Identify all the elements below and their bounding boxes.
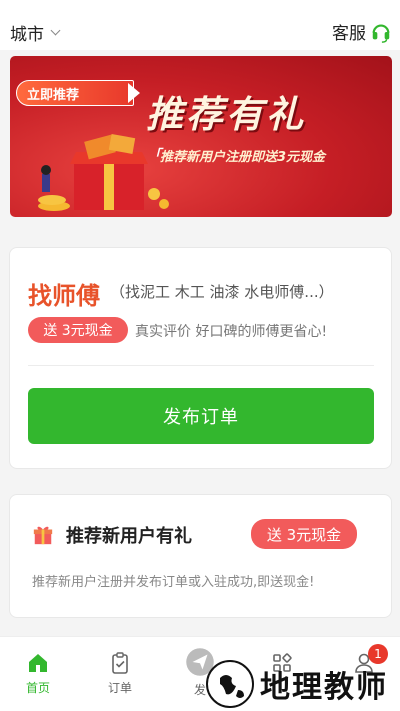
referral-title: 推荐新用户有礼 [66, 526, 192, 547]
find-master-title: 找师傅 [28, 282, 100, 310]
find-master-description: 真实评价 好口碑的师傅更省心! [135, 324, 328, 340]
headset-icon [372, 24, 390, 43]
banner-title: 推荐有礼 [146, 93, 306, 136]
customer-service-button[interactable]: 客服 [332, 19, 392, 44]
referral-card[interactable]: 推荐新用户有礼 送 3元现金 推荐新用户注册并发布订单或入驻成功,即送现金! [9, 494, 392, 618]
tab-orders-label: 订单 [107, 681, 132, 695]
gift-icon [33, 526, 53, 545]
banner-subtitle: 推荐新用户注册即送3元现金 [148, 144, 325, 165]
watermark-logo [206, 660, 254, 708]
recommend-now-tag: 立即推荐 [16, 80, 134, 106]
divider [28, 365, 374, 366]
find-master-subtitle: （找泥工 木工 油漆 水电师傅...） [110, 283, 334, 301]
find-master-card: 找师傅 （找泥工 木工 油漆 水电师傅...） 送 3元现金 真实评价 好口碑的… [9, 247, 392, 469]
tab-home-label: 首页 [25, 681, 50, 695]
city-selector[interactable]: 城市 [10, 20, 61, 45]
publish-order-button[interactable]: 发布订单 [28, 388, 374, 444]
tab-home[interactable]: 首页 [8, 651, 68, 696]
service-label: 客服 [332, 24, 366, 44]
referral-description: 推荐新用户注册并发布订单或入驻成功,即送现金! [32, 575, 315, 590]
app-page: 城市 客服 立即推荐 推荐有礼 「 推荐新用户注册即送3元现金 找师傅 （找泥工… [0, 0, 400, 711]
watermark: 地理教师 [206, 660, 388, 708]
chevron-down-icon [50, 25, 61, 36]
tag-arrow-icon [128, 83, 140, 103]
watermark-text: 地理教师 [260, 670, 388, 705]
tab-publish-label: 发 [193, 683, 206, 697]
referral-banner[interactable]: 立即推荐 推荐有礼 推荐新用户注册即送3元现金 [10, 56, 392, 217]
referral-cash-badge[interactable]: 送 3元现金 [251, 519, 357, 549]
city-label: 城市 [10, 25, 44, 45]
order-icon [112, 652, 128, 674]
top-header: 城市 客服 [0, 0, 400, 50]
tab-orders[interactable]: 订单 [90, 651, 150, 696]
home-icon [29, 654, 47, 672]
cash-reward-badge: 送 3元现金 [28, 317, 128, 343]
